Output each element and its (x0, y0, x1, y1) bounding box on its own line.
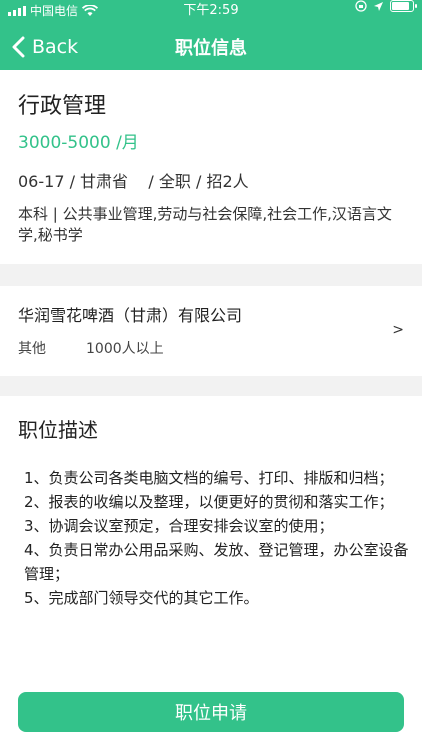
job-requirements: 本科 | 公共事业管理,劳动与社会保障,社会工作,汉语言文学,秘书学 (18, 205, 392, 244)
status-right (355, 0, 417, 12)
battery-icon (390, 0, 417, 12)
job-summary-card: 行政管理 3000-5000 /月 06-17 / 甘肃省 / 全职 / 招2人… (0, 70, 422, 264)
description-line: 2、报表的收编以及整理，以便更好的贯彻和落实工作； (24, 493, 394, 511)
chevron-right-icon: > (392, 322, 404, 338)
company-card[interactable]: 华润雪花啤酒（甘肃）有限公司 其他 1000人以上 > (0, 286, 422, 376)
company-type: 其他 (18, 341, 46, 357)
description-line: 5、完成部门领导交代的其它工作。 (24, 589, 259, 607)
company-size: 1000人以上 (86, 341, 164, 357)
job-title: 行政管理 (18, 94, 107, 119)
nav-bar: Back 职位信息 (0, 24, 422, 70)
description-line: 1、负责公司各类电脑文档的编号、打印、排版和归档； (24, 469, 394, 487)
job-salary: 3000-5000 /月 (18, 133, 139, 153)
location-icon (374, 1, 383, 11)
company-info: 其他 1000人以上 (18, 338, 164, 358)
company-name: 华润雪花啤酒（甘肃）有限公司 (18, 306, 243, 325)
description-lines: 1、负责公司各类电脑文档的编号、打印、排版和归档； 2、报表的收编以及整理，以便… (24, 466, 412, 610)
description-line: 4、负责日常办公用品采购、发放、登记管理，办公室设备管理； (24, 541, 409, 583)
top-bar: 中国电信 下午2:59 Back 职位信息 (0, 0, 422, 70)
description-line: 3、协调会议室预定，合理安排会议室的使用； (24, 517, 334, 535)
page-title: 职位信息 (175, 38, 247, 59)
apply-button[interactable]: 职位申请 (18, 692, 404, 732)
status-bar: 中国电信 下午2:59 (0, 0, 422, 22)
bottom-bar: 职位申请 (0, 675, 422, 750)
job-description-card: 职位描述 1、负责公司各类电脑文档的编号、打印、排版和归档； 2、报表的收编以及… (0, 396, 422, 675)
description-heading: 职位描述 (18, 418, 98, 442)
job-meta: 06-17 / 甘肃省 / 全职 / 招2人 (18, 172, 249, 191)
lock-rotation-icon (355, 0, 367, 12)
